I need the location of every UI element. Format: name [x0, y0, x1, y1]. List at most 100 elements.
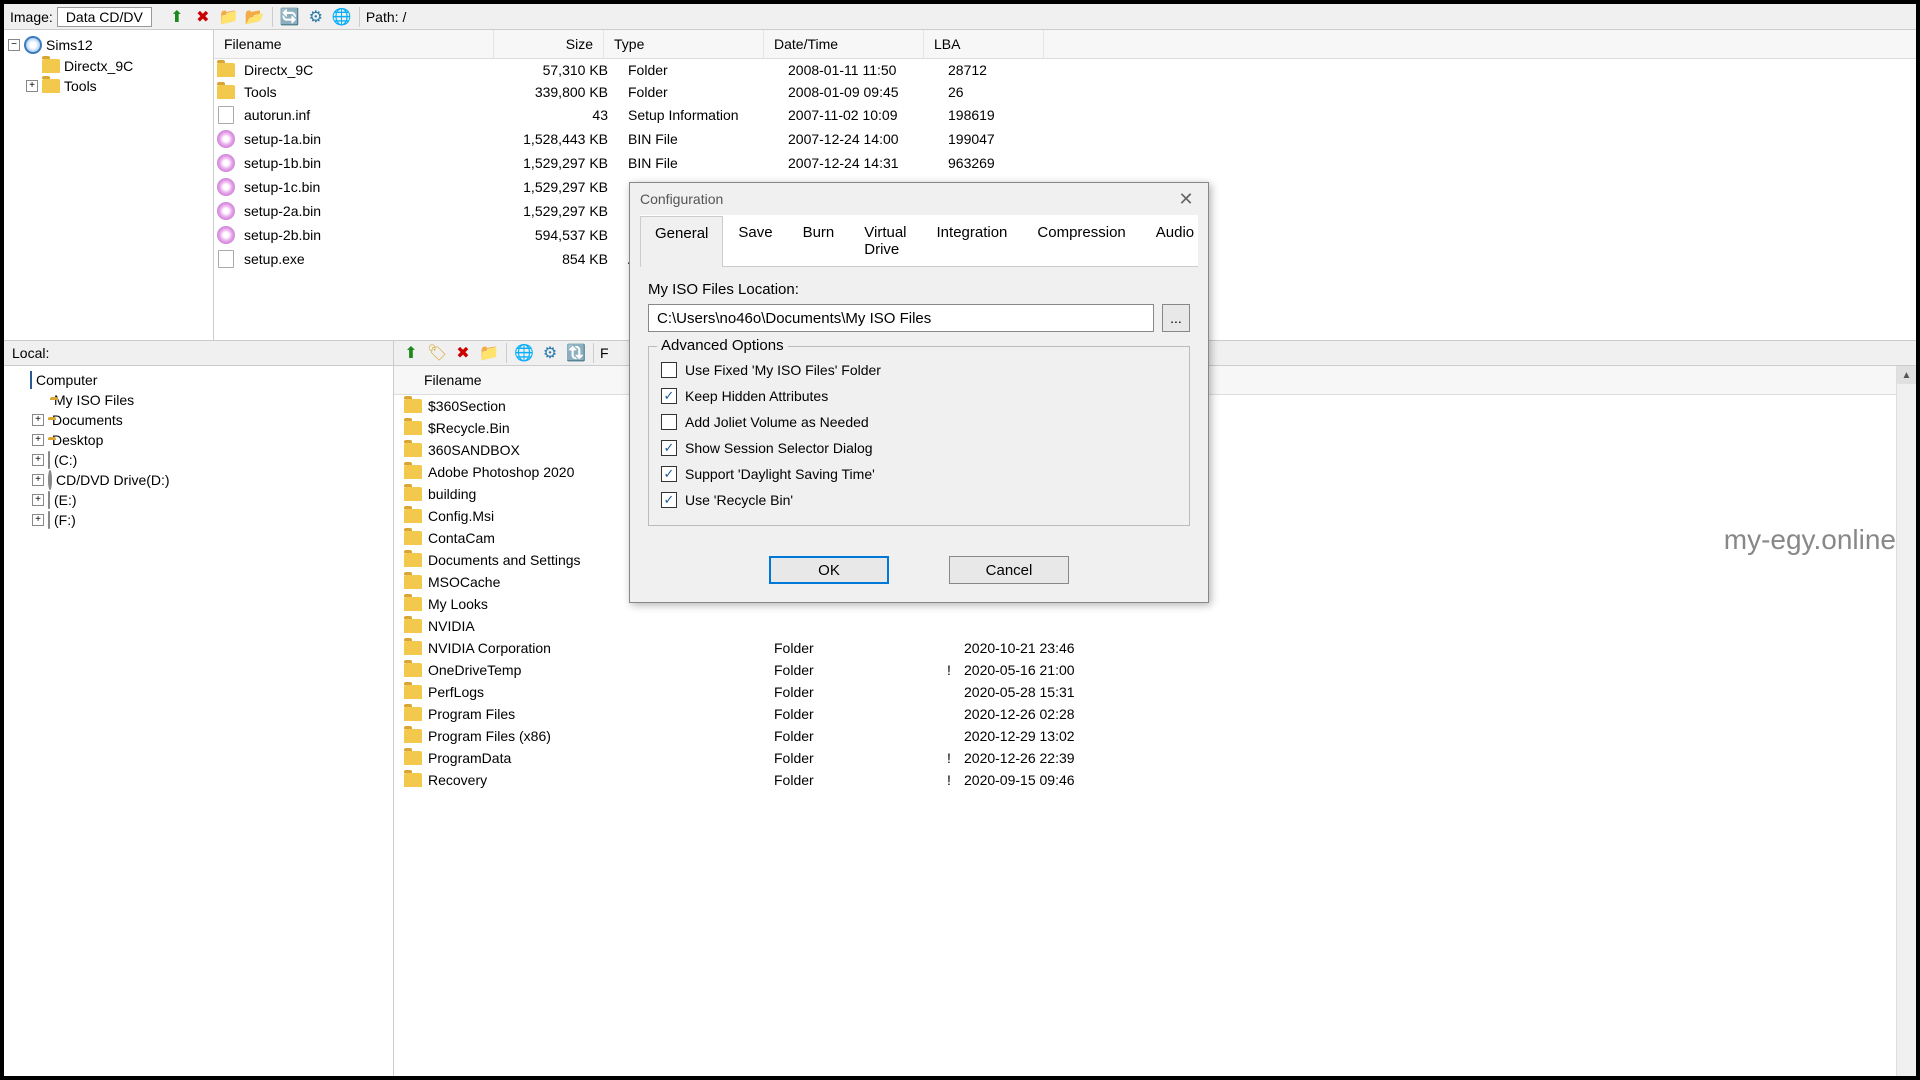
expand-icon[interactable]: + — [26, 80, 38, 92]
expand-icon[interactable]: + — [32, 434, 44, 446]
local-tree-item[interactable]: Computer — [4, 370, 393, 390]
mid-path-label: F — [600, 345, 609, 361]
tree-child[interactable]: + Tools — [4, 76, 213, 96]
col-date[interactable]: Date/Time — [764, 30, 924, 58]
local-file-row[interactable]: NVIDIA — [394, 615, 1916, 637]
tab-virtual-drive[interactable]: Virtual Drive — [849, 215, 921, 266]
local-tree-item[interactable]: +Documents — [4, 410, 393, 430]
settings-icon[interactable]: ⚙ — [539, 342, 561, 364]
tag-icon[interactable]: 🏷 — [426, 342, 448, 364]
globe-icon[interactable]: 🌐 — [331, 6, 353, 28]
local-file-row[interactable]: Program Files (x86) Folder 2020-12-29 13… — [394, 725, 1916, 747]
tab-compression[interactable]: Compression — [1022, 215, 1140, 266]
file-size: 1,528,443 KB — [518, 131, 628, 147]
option-row: ✓Keep Hidden Attributes — [661, 383, 1177, 409]
disc-icon — [24, 36, 42, 54]
file-name: setup.exe — [238, 251, 518, 267]
local-file-row[interactable]: NVIDIA Corporation Folder 2020-10-21 23:… — [394, 637, 1916, 659]
checkbox[interactable] — [661, 414, 677, 430]
open-folder-icon[interactable]: 📂 — [244, 6, 266, 28]
col-lba[interactable]: LBA — [924, 30, 1044, 58]
file-row[interactable]: Directx_9C 57,310 KB Folder 2008-01-11 1… — [214, 59, 1916, 81]
local-file-row[interactable]: OneDriveTemp Folder ! 2020-05-16 21:00 — [394, 659, 1916, 681]
tree-item-label: Computer — [36, 372, 97, 388]
image-value[interactable]: Data CD/DV — [57, 7, 152, 27]
expand-icon[interactable]: + — [32, 494, 44, 506]
tab-save[interactable]: Save — [723, 215, 787, 266]
file-size: 43 — [518, 107, 628, 123]
file-date: 2020-05-16 21:00 — [964, 662, 1124, 678]
collapse-icon[interactable]: − — [8, 39, 20, 51]
file-date: 2020-12-26 22:39 — [964, 750, 1124, 766]
col-filename[interactable]: Filename — [214, 30, 494, 58]
checkbox[interactable] — [661, 362, 677, 378]
expand-icon[interactable]: + — [32, 514, 44, 526]
tab-general[interactable]: General — [640, 216, 723, 267]
file-name: Recovery — [394, 772, 774, 788]
expand-icon[interactable]: + — [32, 454, 44, 466]
local-tree-item[interactable]: +(E:) — [4, 490, 393, 510]
file-size: 854 KB — [518, 251, 628, 267]
file-name: PerfLogs — [394, 684, 774, 700]
local-tree-item[interactable]: +(F:) — [4, 510, 393, 530]
local-file-row[interactable]: Program Files Folder 2020-12-26 02:28 — [394, 703, 1916, 725]
file-date: 2020-12-29 13:02 — [964, 728, 1124, 744]
ok-button[interactable]: OK — [769, 556, 889, 584]
refresh-icon[interactable]: 🔄 — [279, 6, 301, 28]
option-row: Use Fixed 'My ISO Files' Folder — [661, 357, 1177, 383]
dialog-titlebar[interactable]: Configuration ✕ — [630, 183, 1208, 215]
settings-icon[interactable]: ⚙ — [305, 6, 327, 28]
option-label: Add Joliet Volume as Needed — [685, 414, 869, 430]
local-tree-item[interactable]: +CD/DVD Drive(D:) — [4, 470, 393, 490]
drive-icon — [48, 512, 50, 528]
local-file-row[interactable]: PerfLogs Folder 2020-05-28 15:31 — [394, 681, 1916, 703]
checkbox[interactable]: ✓ — [661, 466, 677, 482]
checkbox[interactable]: ✓ — [661, 492, 677, 508]
tree-child-label: Directx_9C — [64, 58, 133, 74]
browse-button[interactable]: ... — [1162, 304, 1190, 332]
scroll-up-icon[interactable]: ▲ — [1897, 366, 1916, 384]
drive-icon — [48, 452, 50, 468]
file-row[interactable]: setup-1b.bin 1,529,297 KB BIN File 2007-… — [214, 151, 1916, 175]
file-row[interactable]: Tools 339,800 KB Folder 2008-01-09 09:45… — [214, 81, 1916, 103]
tab-audio[interactable]: Audio — [1141, 215, 1209, 266]
local-tree-item[interactable]: +(C:) — [4, 450, 393, 470]
scrollbar[interactable]: ▲ — [1896, 366, 1916, 1076]
close-icon[interactable]: ✕ — [1174, 187, 1198, 211]
tree-child[interactable]: Directx_9C — [4, 56, 213, 76]
tree-root-label: Sims12 — [46, 37, 93, 53]
local-tree-item[interactable]: +Desktop — [4, 430, 393, 450]
up-arrow-icon[interactable]: ⬆ — [400, 342, 422, 364]
col-type[interactable]: Type — [604, 30, 764, 58]
new-folder-icon[interactable]: 📁 — [478, 342, 500, 364]
delete-icon[interactable]: ✖ — [192, 6, 214, 28]
checkbox[interactable]: ✓ — [661, 440, 677, 456]
globe-icon[interactable]: 🌐 — [513, 342, 535, 364]
file-date: 2007-11-02 10:09 — [788, 107, 948, 123]
iso-location-input[interactable] — [648, 304, 1154, 332]
tab-integration[interactable]: Integration — [922, 215, 1023, 266]
expand-icon[interactable]: + — [32, 474, 44, 486]
file-date: 2007-12-24 14:31 — [788, 155, 948, 171]
local-tree-item[interactable]: My ISO Files — [4, 390, 393, 410]
file-mark: ! — [934, 662, 964, 678]
col-size[interactable]: Size — [494, 30, 604, 58]
file-type: Folder — [628, 84, 788, 100]
checkbox[interactable]: ✓ — [661, 388, 677, 404]
new-folder-icon[interactable]: 📁 — [218, 6, 240, 28]
up-arrow-icon[interactable]: ⬆ — [166, 6, 188, 28]
delete-icon[interactable]: ✖ — [452, 342, 474, 364]
file-row[interactable]: autorun.inf 43 Setup Information 2007-11… — [214, 103, 1916, 127]
file-mark: ! — [934, 750, 964, 766]
file-type: BIN File — [628, 131, 788, 147]
refresh-icon[interactable]: 🔃 — [565, 342, 587, 364]
cancel-button[interactable]: Cancel — [949, 556, 1069, 584]
local-file-row[interactable]: ProgramData Folder ! 2020-12-26 22:39 — [394, 747, 1916, 769]
tree-root[interactable]: − Sims12 — [4, 34, 213, 56]
file-date: 2007-12-24 14:00 — [788, 131, 948, 147]
file-row[interactable]: setup-1a.bin 1,528,443 KB BIN File 2007-… — [214, 127, 1916, 151]
local-file-row[interactable]: Recovery Folder ! 2020-09-15 09:46 — [394, 769, 1916, 791]
expand-icon[interactable]: + — [32, 414, 44, 426]
bin-icon — [214, 202, 238, 220]
tab-burn[interactable]: Burn — [788, 215, 850, 266]
